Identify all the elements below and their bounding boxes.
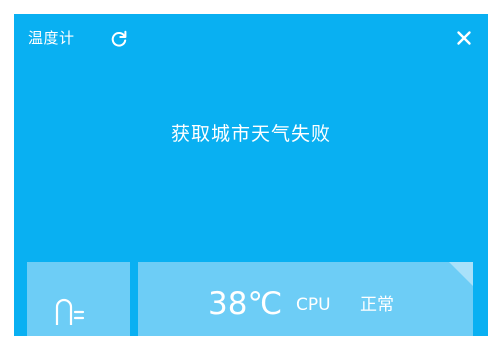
tile-corner-fold [449,262,473,286]
cpu-label: CPU [296,295,331,315]
thermometer-widget-window: 温度计 获取城市天气失败 38℃ CPU 正常 [14,14,488,336]
refresh-icon[interactable] [109,29,129,49]
app-title: 温度计 [28,29,75,47]
cpu-status: 正常 [360,295,394,315]
weather-status-message: 获取城市天气失败 [170,123,331,145]
cpu-temperature-tile[interactable]: 38℃ CPU 正常 [138,262,473,336]
cpu-temperature-value: 38℃ [208,286,283,322]
title-bar: 温度计 [14,14,488,62]
close-icon[interactable] [456,30,472,46]
thermometer-icon [51,291,85,327]
